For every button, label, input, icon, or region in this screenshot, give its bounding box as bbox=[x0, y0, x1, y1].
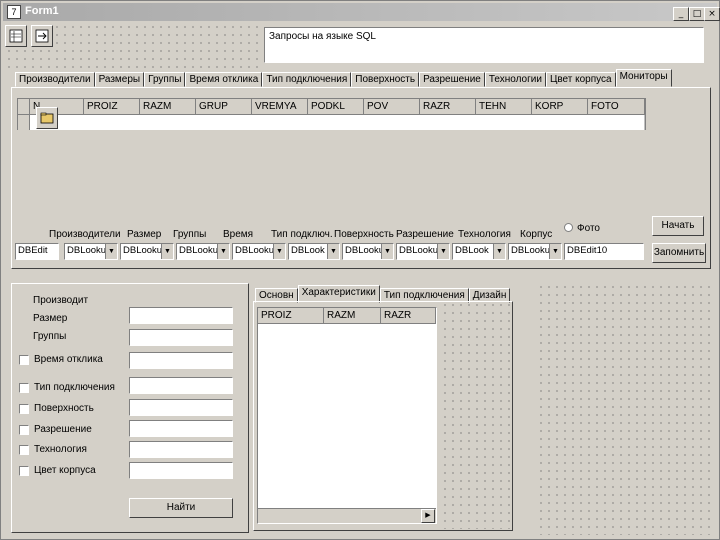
lookup-proizvoditeli[interactable]: DBLookup ▼ bbox=[64, 243, 118, 260]
grid-row-indicator bbox=[18, 115, 30, 130]
lookup-korpus[interactable]: DBLooku ▼ bbox=[508, 243, 562, 260]
vremya-checkbox[interactable] bbox=[19, 355, 29, 365]
lookup-gruppy[interactable]: DBLooku ▼ bbox=[176, 243, 230, 260]
label-gruppy: Группы bbox=[173, 229, 207, 240]
close-button[interactable]: × bbox=[704, 7, 720, 21]
lookup-vremya[interactable]: DBLooku ▼ bbox=[232, 243, 286, 260]
label-razmer: Размер bbox=[127, 229, 162, 240]
grid-col-tehn[interactable]: TEHN bbox=[476, 99, 532, 115]
top-tabs: Производители Размеры Группы Время откли… bbox=[15, 69, 672, 87]
design-grid-right bbox=[537, 283, 713, 535]
lookup-podkl[interactable]: DBLook ▼ bbox=[288, 243, 340, 260]
label-razreshenie: Разрешение bbox=[396, 229, 454, 240]
grid-row[interactable] bbox=[30, 115, 645, 130]
search-label-poverhnost: Поверхность bbox=[34, 403, 94, 414]
start-button[interactable]: Начать bbox=[652, 216, 704, 236]
bottom-grid[interactable]: PROIZ RAZM RAZR ▶ bbox=[257, 307, 437, 524]
datasource-component-icon[interactable] bbox=[31, 25, 53, 47]
image-component-icon[interactable] bbox=[36, 107, 58, 129]
label-podkl: Тип подключ. bbox=[271, 229, 333, 240]
app-icon[interactable]: 7 bbox=[7, 5, 21, 19]
label-proizvoditeli: Производители bbox=[49, 229, 121, 240]
razreshenie-checkbox[interactable] bbox=[19, 425, 29, 435]
bottom-grid-col-razr[interactable]: RAZR bbox=[381, 308, 436, 324]
label-korpus: Корпус bbox=[520, 229, 553, 240]
save-button[interactable]: Запомнить bbox=[652, 243, 706, 263]
search-label-proizvoditel: Производит bbox=[33, 295, 89, 306]
search-label-tsvet: Цвет корпуса bbox=[34, 465, 96, 476]
search-label-razreshenie: Разрешение bbox=[34, 424, 92, 435]
dbedit-field[interactable]: DBEdit bbox=[15, 243, 59, 260]
search-label-podkl: Тип подключения bbox=[34, 382, 115, 393]
tab-poverhnost[interactable]: Поверхность bbox=[351, 72, 420, 87]
tsvet-field[interactable] bbox=[129, 462, 233, 479]
bottom-grid-col-proiz[interactable]: PROIZ bbox=[258, 308, 324, 324]
poverhnost-checkbox[interactable] bbox=[19, 404, 29, 414]
find-button[interactable]: Найти bbox=[129, 498, 233, 518]
form-window: 7 Form1 _ □ × Запросы на языке SQL Произ… bbox=[0, 0, 720, 540]
label-foto: Фото bbox=[577, 223, 600, 234]
tehnologiya-checkbox[interactable] bbox=[19, 445, 29, 455]
lookup-poverhnost[interactable]: DBLooku ▼ bbox=[342, 243, 394, 260]
grid-col-pov[interactable]: POV bbox=[364, 99, 420, 115]
grid-col-razm[interactable]: RAZM bbox=[140, 99, 196, 115]
tab-vremya[interactable]: Время отклика bbox=[185, 72, 263, 87]
dbedit-foto[interactable]: DBEdit10 bbox=[564, 243, 644, 260]
maximize-button[interactable]: □ bbox=[689, 7, 705, 21]
lookup-razmer[interactable]: DBLooku ▼ bbox=[120, 243, 174, 260]
tab-monitory[interactable]: Мониторы bbox=[615, 69, 672, 87]
title-bar[interactable]: 7 Form1 _ □ × bbox=[3, 3, 720, 21]
scroll-left-arrow[interactable] bbox=[258, 509, 272, 523]
search-label-vremya: Время отклика bbox=[34, 354, 103, 365]
grid-col-proiz[interactable]: PROIZ bbox=[84, 99, 140, 115]
tehnologiya-field[interactable] bbox=[129, 441, 233, 458]
grid-indicator-header bbox=[18, 99, 30, 115]
label-tehnologiya: Технология bbox=[458, 229, 511, 240]
tab-razreshenie[interactable]: Разрешение bbox=[419, 72, 485, 87]
lookup-razreshenie[interactable]: DBLooku ▼ bbox=[396, 243, 450, 260]
podkl-checkbox[interactable] bbox=[19, 383, 29, 393]
sql-memo-text: Запросы на языке SQL bbox=[269, 31, 376, 42]
search-label-tehnologiya: Технология bbox=[34, 444, 87, 455]
design-grid-middle bbox=[441, 301, 511, 529]
poverhnost-field[interactable] bbox=[129, 399, 233, 416]
grid-col-podkl[interactable]: PODKL bbox=[308, 99, 364, 115]
label-poverhnost: Поверхность bbox=[334, 229, 394, 240]
search-label-razmer: Размер bbox=[33, 313, 68, 324]
lookup-tehnologiya[interactable]: DBLook ▼ bbox=[452, 243, 506, 260]
grid-col-korp[interactable]: KORP bbox=[532, 99, 588, 115]
razmer-field[interactable] bbox=[129, 307, 233, 324]
razreshenie-field[interactable] bbox=[129, 420, 233, 437]
bottom-grid-col-razm[interactable]: RAZM bbox=[324, 308, 381, 324]
tab-gruppy[interactable]: Группы bbox=[144, 72, 186, 87]
vremya-field[interactable] bbox=[129, 352, 233, 369]
tab-tsvet[interactable]: Цвет корпуса bbox=[545, 72, 616, 87]
query-component-icon[interactable] bbox=[5, 25, 27, 47]
gruppy-field[interactable] bbox=[129, 329, 233, 346]
grid-col-grup[interactable]: GRUP bbox=[196, 99, 252, 115]
grid-col-razr[interactable]: RAZR bbox=[420, 99, 476, 115]
label-vremya: Время bbox=[223, 229, 254, 240]
grid-col-vremya[interactable]: VREMYA bbox=[252, 99, 308, 115]
tab-tehnologii[interactable]: Технологии bbox=[484, 72, 546, 87]
tab-podkl[interactable]: Тип подключения bbox=[262, 72, 352, 87]
grid-col-foto[interactable]: FOTO bbox=[588, 99, 645, 115]
foto-radio[interactable] bbox=[564, 223, 573, 232]
window-title: Form1 bbox=[25, 5, 59, 17]
sql-memo[interactable]: Запросы на языке SQL bbox=[264, 27, 704, 63]
tab-proizvoditeli[interactable]: Производители bbox=[15, 72, 95, 87]
podkl-field[interactable] bbox=[129, 377, 233, 394]
minimize-button[interactable]: _ bbox=[673, 7, 689, 21]
monitors-grid[interactable]: N PROIZ RAZM GRUP VREMYA PODKL POV RAZR … bbox=[17, 98, 646, 130]
search-label-gruppy: Группы bbox=[33, 331, 67, 342]
scroll-right-arrow[interactable]: ▶ bbox=[421, 509, 435, 523]
tab-razmery[interactable]: Размеры bbox=[94, 72, 145, 87]
horizontal-scrollbar[interactable]: ▶ bbox=[258, 508, 436, 523]
tsvet-checkbox[interactable] bbox=[19, 466, 29, 476]
